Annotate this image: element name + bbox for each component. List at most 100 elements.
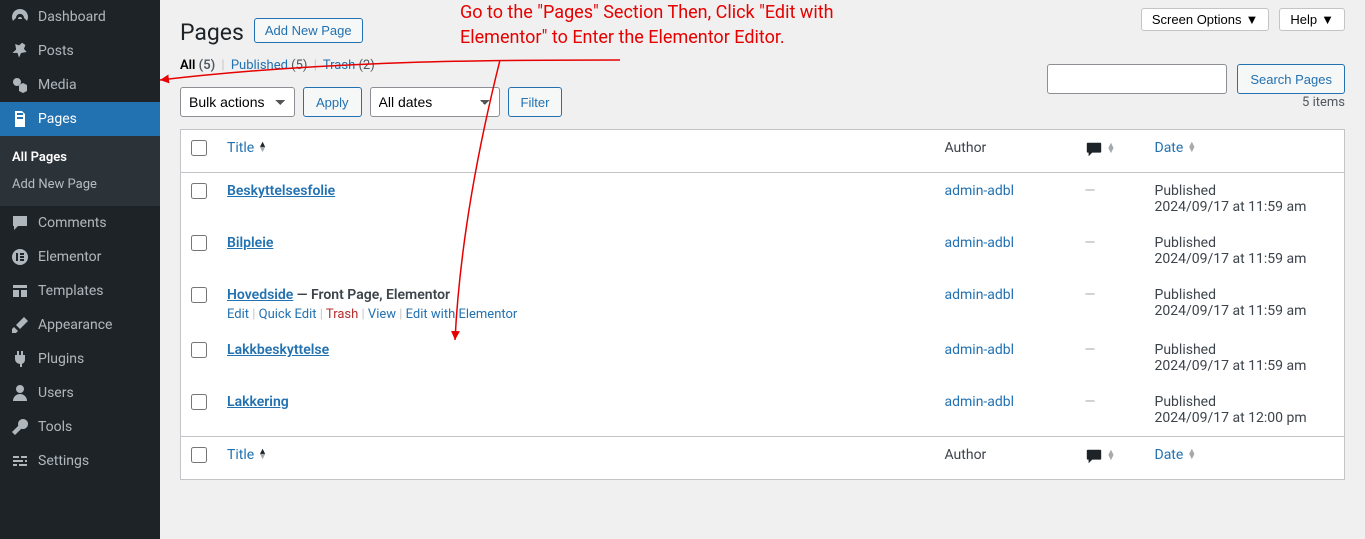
sidebar-item-posts[interactable]: Posts: [0, 34, 160, 68]
column-comments[interactable]: ▲▼: [1075, 130, 1145, 173]
sidebar-item-comments[interactable]: Comments: [0, 206, 160, 240]
select-all-checkbox[interactable]: [191, 140, 207, 156]
pin-icon: [10, 41, 30, 61]
column-title-foot[interactable]: Title▲▼: [227, 447, 267, 463]
sidebar-item-appearance[interactable]: Appearance: [0, 308, 160, 342]
table-row: Beskyttelsesfolie admin-adbl — Published202…: [181, 173, 1345, 226]
triangle-down-icon: ▼: [1246, 12, 1259, 27]
row-checkbox[interactable]: [191, 183, 207, 199]
action-quick-edit[interactable]: Quick Edit: [259, 307, 317, 322]
page-title: Pages: [180, 10, 244, 50]
sidebar-item-media[interactable]: Media: [0, 68, 160, 102]
select-all-checkbox-bottom[interactable]: [191, 447, 207, 463]
row-checkbox[interactable]: [191, 394, 207, 410]
action-edit-with-elementor[interactable]: Edit with Elementor: [406, 307, 518, 322]
author-link[interactable]: admin-adbl: [945, 342, 1015, 358]
sidebar-item-label: Pages: [38, 111, 77, 127]
comment-icon: [10, 213, 30, 233]
sidebar-item-label: Settings: [38, 453, 89, 469]
page-title-link[interactable]: Hovedside: [227, 287, 293, 303]
triangle-down-icon: ▼: [1321, 12, 1334, 27]
templates-icon: [10, 281, 30, 301]
filter-all[interactable]: All (5): [180, 58, 215, 73]
sidebar-item-label: Posts: [38, 43, 74, 59]
screen-options-button[interactable]: Screen Options ▼: [1141, 8, 1269, 31]
sidebar-item-label: Plugins: [38, 351, 84, 367]
row-checkbox[interactable]: [191, 287, 207, 303]
date-status: Published: [1155, 342, 1216, 358]
author-link[interactable]: admin-adbl: [945, 235, 1015, 251]
page-title-link[interactable]: Lakkbeskyttelse: [227, 342, 329, 358]
comment-count: —: [1085, 342, 1096, 358]
comment-count: —: [1085, 394, 1096, 410]
apply-button[interactable]: Apply: [303, 87, 362, 117]
action-edit[interactable]: Edit: [227, 307, 249, 322]
comment-count: —: [1085, 183, 1096, 199]
sidebar-item-users[interactable]: Users: [0, 376, 160, 410]
date-status: Published: [1155, 183, 1216, 199]
date-value: 2024/09/17 at 12:00 pm: [1155, 410, 1307, 426]
sidebar-sub-all-pages[interactable]: All Pages: [0, 144, 160, 171]
table-row: Lakkering admin-adbl — Published2024/09/17 …: [181, 384, 1345, 437]
admin-sidebar: Dashboard Posts Media Pages All PagesAdd New…: [0, 0, 160, 539]
date-status: Published: [1155, 235, 1216, 251]
post-state: — Front Page, Elementor: [293, 287, 450, 303]
column-author: Author: [935, 130, 1075, 173]
sidebar-item-elementor[interactable]: Elementor: [0, 240, 160, 274]
page-title-link[interactable]: Beskyttelsesfolie: [227, 183, 335, 199]
comment-count: —: [1085, 287, 1096, 303]
sidebar-item-label: Elementor: [38, 249, 101, 265]
sidebar-item-label: Tools: [38, 419, 72, 435]
date-status: Published: [1155, 287, 1216, 303]
sidebar-item-pages[interactable]: Pages: [0, 102, 160, 136]
search-input[interactable]: [1047, 64, 1227, 94]
date-value: 2024/09/17 at 11:59 am: [1155, 303, 1307, 319]
sidebar-item-tools[interactable]: Tools: [0, 410, 160, 444]
page-title-link[interactable]: Bilpleie: [227, 235, 273, 251]
sidebar-item-templates[interactable]: Templates: [0, 274, 160, 308]
sidebar-item-label: Appearance: [38, 317, 112, 333]
dashboard-icon: [10, 7, 30, 27]
column-title[interactable]: Title▲▼: [227, 140, 267, 156]
action-view[interactable]: View: [368, 307, 396, 322]
table-row: Hovedside — Front Page, ElementorEdit | …: [181, 277, 1345, 332]
sidebar-item-label: Users: [38, 385, 74, 401]
filter-published[interactable]: Published (5): [231, 58, 308, 73]
pages-table: Title▲▼ Author ▲▼ Date▲▼ Beskyttelsesfol…: [180, 129, 1345, 480]
brush-icon: [10, 315, 30, 335]
sidebar-item-plugins[interactable]: Plugins: [0, 342, 160, 376]
row-actions: Edit | Quick Edit | Trash | View | Edit …: [227, 303, 925, 322]
wrench-icon: [10, 417, 30, 437]
media-icon: [10, 75, 30, 95]
date-value: 2024/09/17 at 11:59 am: [1155, 199, 1307, 215]
bulk-actions-select[interactable]: Bulk actions: [180, 87, 295, 117]
help-button[interactable]: Help ▼: [1279, 8, 1345, 31]
sidebar-item-settings[interactable]: Settings: [0, 444, 160, 478]
date-filter-select[interactable]: All dates: [370, 87, 500, 117]
content-area: Screen Options ▼ Help ▼ Pages Add New Pa…: [160, 0, 1365, 539]
user-icon: [10, 383, 30, 403]
column-date[interactable]: Date▲▼: [1155, 140, 1197, 156]
sidebar-sub-add-new-page[interactable]: Add New Page: [0, 171, 160, 198]
column-date-foot[interactable]: Date▲▼: [1155, 447, 1197, 463]
filter-trash[interactable]: Trash (2): [323, 58, 375, 73]
sidebar-item-label: Comments: [38, 215, 107, 231]
author-link[interactable]: admin-adbl: [945, 183, 1015, 199]
add-new-button[interactable]: Add New Page: [254, 18, 363, 43]
sidebar-item-label: Media: [38, 77, 77, 93]
sidebar-item-dashboard[interactable]: Dashboard: [0, 0, 160, 34]
page-title-link[interactable]: Lakkering: [227, 394, 289, 410]
action-trash[interactable]: Trash: [326, 307, 358, 322]
author-link[interactable]: admin-adbl: [945, 394, 1015, 410]
pages-icon: [10, 109, 30, 129]
filter-button[interactable]: Filter: [508, 87, 563, 117]
row-checkbox[interactable]: [191, 235, 207, 251]
sidebar-item-label: Dashboard: [38, 9, 106, 25]
date-value: 2024/09/17 at 11:59 am: [1155, 251, 1307, 267]
date-status: Published: [1155, 394, 1216, 410]
table-row: Bilpleieadmin-adbl—Published2024/09/17 a…: [181, 225, 1345, 277]
author-link[interactable]: admin-adbl: [945, 287, 1015, 303]
search-button[interactable]: Search Pages: [1237, 64, 1345, 94]
elementor-icon: [10, 247, 30, 267]
row-checkbox[interactable]: [191, 342, 207, 358]
